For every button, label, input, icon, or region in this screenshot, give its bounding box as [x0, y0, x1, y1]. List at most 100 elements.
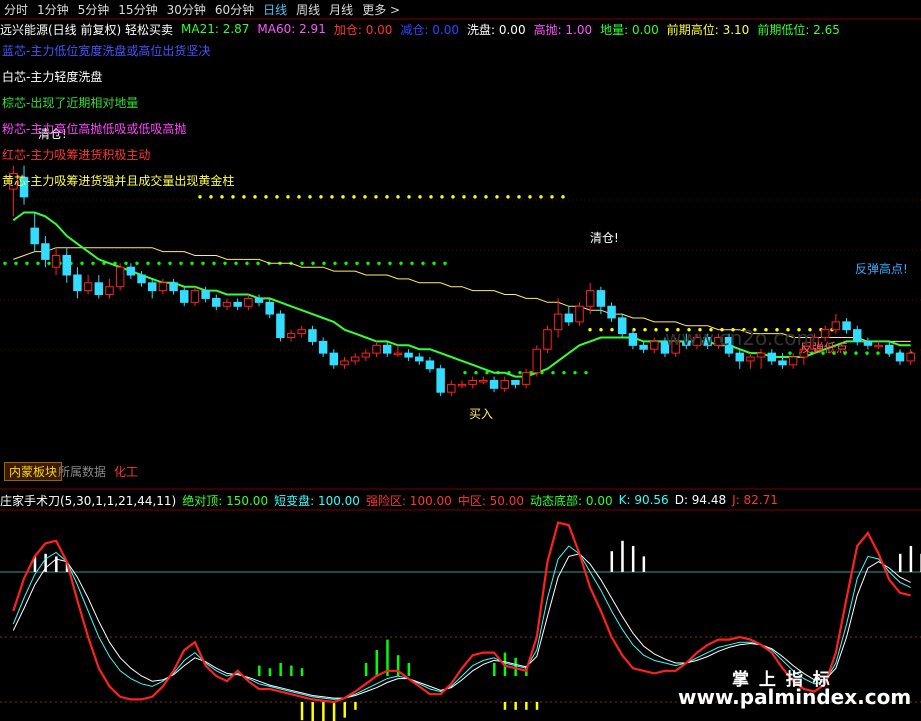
tab-1[interactable]: 1分钟 — [33, 1, 74, 18]
histogram-bar — [631, 546, 635, 572]
main-header-item-2: MA60: 2.91 — [257, 22, 326, 36]
level-dot-high-a — [363, 195, 367, 199]
histogram-bar — [525, 702, 528, 710]
candle-body — [756, 352, 766, 358]
tab-9[interactable]: 更多 > — [358, 1, 405, 18]
level-dot-low-a — [311, 261, 315, 265]
level-dot-low-a — [410, 261, 414, 265]
level-dot-high-a — [539, 195, 543, 199]
level-dot-high-a — [550, 195, 554, 199]
level-dot-low-a — [333, 261, 337, 265]
candle-body — [457, 383, 467, 387]
level-dot-low-b — [518, 370, 522, 375]
tab-2[interactable]: 5分钟 — [74, 1, 115, 18]
level-dot-high-a — [517, 195, 521, 199]
main-header-item-1: MA21: 2.87 — [181, 22, 250, 36]
main-header-item-3: 加仓: 0.00 — [333, 22, 393, 37]
block-tab-label[interactable]: 内蒙板块 — [4, 462, 63, 481]
tab-5[interactable]: 60分钟 — [211, 1, 259, 18]
level-dot-high-a — [264, 195, 268, 199]
tab-4[interactable]: 30分钟 — [163, 1, 211, 18]
level-dot-high-a — [462, 195, 466, 199]
candle-body — [425, 360, 435, 370]
main-chart-header: 远兴能源(日线 前复权) 轻松买卖 MA21: 2.87 MA60: 2.91 加仓:… — [0, 20, 848, 38]
level-dot-high-a — [473, 195, 477, 199]
level-dot-low-b — [584, 370, 588, 375]
candle-body — [500, 379, 509, 389]
legend-item-5: 黄芯-主力吸筹进货强并且成交量出现黄金柱 — [2, 174, 235, 188]
level-dot-high-a — [220, 195, 224, 199]
candle-body — [318, 340, 328, 354]
level-dot-high-a — [242, 195, 246, 199]
level-dot-low-a — [344, 261, 348, 265]
candle-body — [895, 352, 905, 362]
watermark-faint: www.cn2o.com — [665, 326, 816, 350]
histogram-bar — [503, 702, 507, 710]
main-header-item-7: 地量: 0.00 — [600, 22, 659, 37]
sub-header-item-2: 短变盘: 100.00 — [274, 493, 360, 508]
tab-3[interactable]: 15分钟 — [114, 1, 162, 18]
level-dot-low-b — [573, 370, 577, 375]
level-dot-low-c — [865, 351, 869, 355]
candle-body — [831, 321, 841, 331]
candle-body — [254, 297, 264, 303]
level-dot-high-a — [231, 195, 235, 199]
histogram-bar — [375, 650, 379, 676]
level-dot-low-c — [854, 351, 858, 355]
legend-item-0: 蓝芯-主力低位宽度洗盘或高位出货坚决 — [2, 44, 211, 58]
candle-body — [479, 379, 488, 383]
level-dot-low-b — [551, 370, 555, 375]
histogram-bar — [300, 702, 304, 721]
level-dot-high-a — [297, 195, 301, 199]
tab-7[interactable]: 周线 — [292, 1, 325, 18]
candle-body — [73, 274, 82, 292]
candle-body — [564, 313, 574, 323]
candle-body — [83, 282, 93, 292]
candle-body — [767, 352, 777, 362]
candle-body — [169, 282, 178, 292]
candle-body — [617, 317, 627, 335]
sub-header-item-1: 绝对顶: 150.00 — [182, 493, 269, 508]
main-header-item-0: 远兴能源(日线 前复权) 轻松买卖 — [0, 22, 173, 37]
level-dot-high-a — [286, 195, 290, 199]
candle-body — [62, 254, 71, 276]
level-dot-low-a — [355, 261, 359, 265]
histogram-bar — [493, 663, 496, 676]
tab-6[interactable]: 日线 — [259, 1, 292, 18]
level-dot-low-a — [47, 261, 51, 265]
candle-body — [906, 352, 915, 362]
candle-body — [885, 344, 894, 354]
candle-body — [265, 301, 274, 315]
legend-item-1: 白芯-主力轻度洗盘 — [2, 70, 103, 84]
candle-body — [147, 282, 157, 292]
histogram-bar — [642, 556, 646, 572]
candle-body — [276, 313, 285, 338]
level-dot-high-b — [588, 327, 592, 332]
level-dot-low-a — [146, 261, 150, 265]
tab-0[interactable]: 分时 — [0, 1, 33, 18]
candle-body — [820, 329, 830, 338]
candle-body — [382, 344, 392, 354]
level-dot-high-b — [654, 327, 658, 332]
level-dot-low-a — [212, 261, 216, 265]
histogram-bar — [354, 702, 357, 710]
candle-body — [436, 368, 445, 393]
level-dot-high-a — [407, 195, 411, 199]
level-dot-high-b — [610, 327, 614, 332]
tab-8[interactable]: 月线 — [325, 1, 358, 18]
histogram-bar — [290, 665, 293, 676]
candle-body — [596, 290, 606, 307]
block-sub-label[interactable]: 所属数据 — [58, 463, 106, 480]
histogram-bar — [898, 553, 902, 572]
candle-body — [190, 290, 200, 303]
candle-body — [329, 352, 339, 366]
histogram-bar — [364, 663, 368, 676]
level-dot-high-a — [484, 195, 488, 199]
level-dot-low-a — [322, 261, 326, 265]
level-dot-high-a — [440, 195, 444, 199]
industry-label[interactable]: 化工 — [114, 463, 138, 480]
candle-body — [489, 379, 499, 389]
candle-body — [137, 274, 146, 284]
level-dot-low-a — [399, 261, 403, 265]
level-dot-low-a — [135, 261, 139, 265]
